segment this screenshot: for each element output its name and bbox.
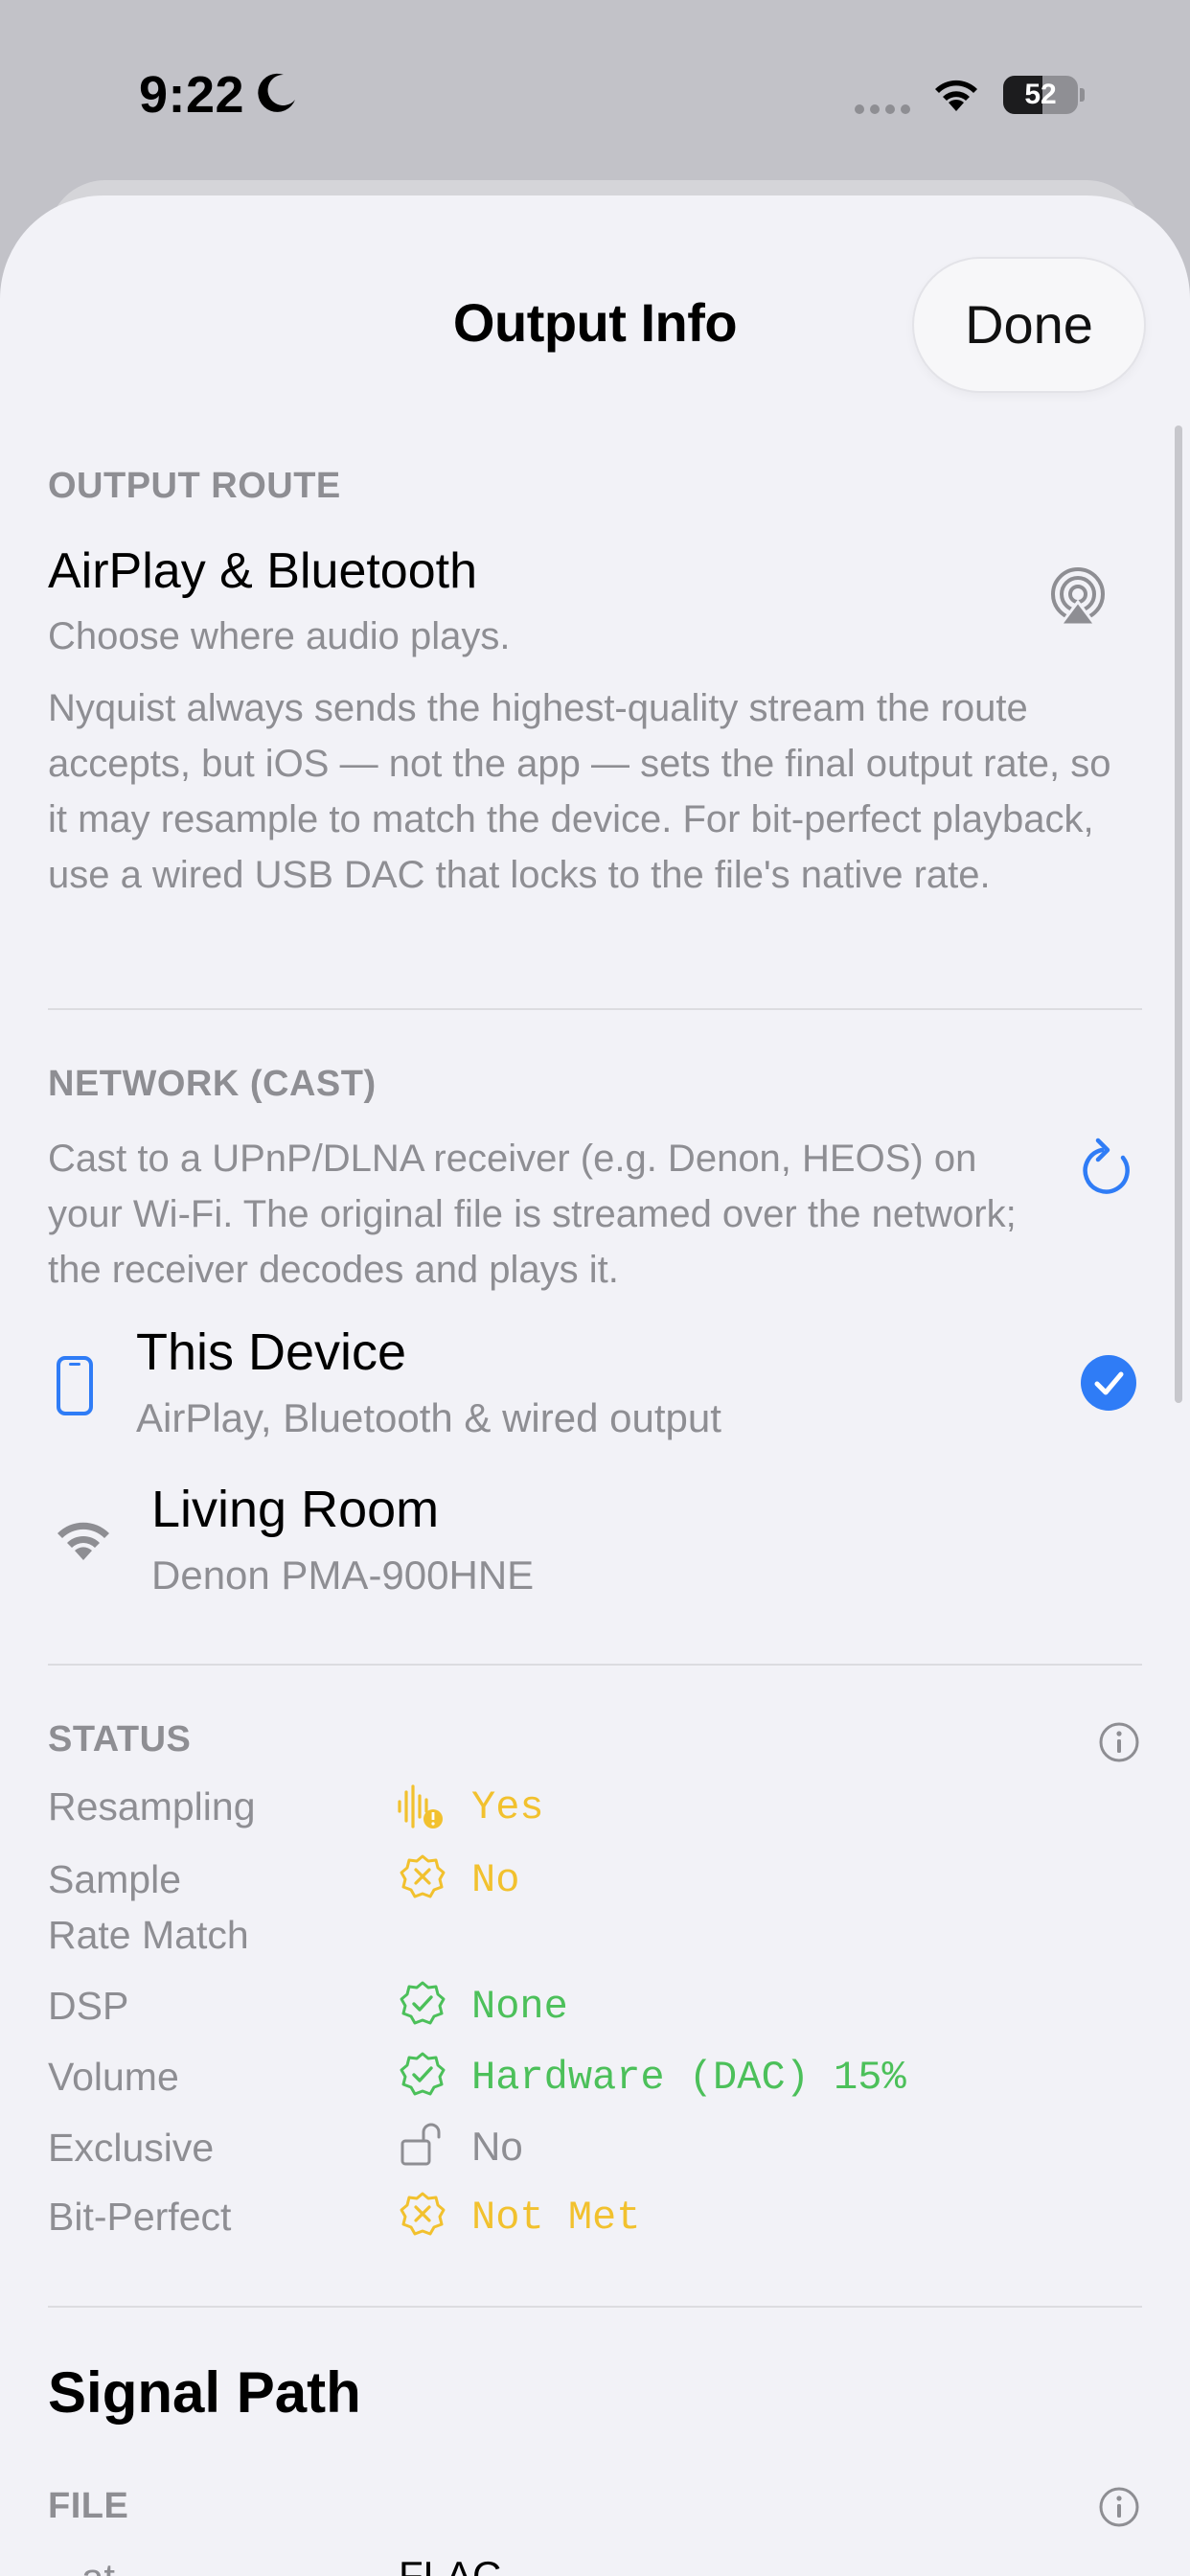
info-icon[interactable] [1098,1721,1140,1763]
status-label-resampling: Resampling [48,1784,256,1828]
divider [48,2306,1142,2308]
refresh-icon[interactable] [1081,1137,1138,1198]
wifi-icon [57,1522,109,1560]
device-title: This Device [136,1323,407,1381]
device-subtitle: Denon PMA-900HNE [151,1552,535,1598]
device-subtitle: AirPlay, Bluetooth & wired output [136,1395,721,1440]
status-label-bit-perfect: Bit-Perfect [48,2195,232,2239]
badge-check-icon [400,2052,446,2096]
badge-x-icon [400,1854,446,1898]
output-route-header: OUTPUT ROUTE [48,466,341,506]
status-label-exclusive: Exclusive [48,2126,215,2170]
status-header: STATUS [48,1719,192,1760]
battery-level: 52 [1024,79,1057,110]
status-bar: 9:22 52 [0,0,1190,182]
status-value-sample-rate-match: No [471,1857,520,1903]
done-button[interactable]: Done [914,259,1144,391]
moon-icon [258,73,295,112]
phone-icon [57,1356,93,1415]
wifi-status-icon [935,80,977,111]
waveform-warning-icon [398,1784,443,1828]
status-time: 9:22 [139,66,245,124]
device-title: Living Room [151,1481,440,1538]
network-header: NETWORK (CAST) [48,1064,377,1104]
scrollbar[interactable] [1175,426,1182,1403]
status-label-sample-rate-match: Sample Rate Match [48,1857,249,1957]
status-label-dsp: DSP [48,1984,129,2028]
badge-x-icon [400,2192,446,2236]
output-route-title[interactable]: AirPlay & Bluetooth [48,542,477,600]
battery-icon: 52 [1003,76,1086,114]
unlock-icon [400,2123,441,2166]
output-info-sheet: Output Info Done OUTPUT ROUTE AirPlay & … [0,196,1190,2576]
selected-check-icon [1081,1355,1136,1411]
status-value-volume: Hardware (DAC) 15% [471,2055,906,2101]
status-label-volume: Volume [48,2055,179,2099]
output-route-description: Nyquist always sends the highest-quality… [48,687,1111,896]
status-value-bit-perfect: Not Met [471,2195,641,2241]
divider [48,1664,1142,1666]
output-route-subtitle: Choose where audio plays. [48,615,511,657]
status-value-resampling: Yes [471,1784,544,1830]
divider [48,1008,1142,1010]
cellular-signal-icon [855,102,916,119]
airplay-icon[interactable] [1047,567,1109,629]
badge-check-icon [400,1981,446,2025]
network-description: Cast to a UPnP/DLNA receiver (e.g. Denon… [48,1138,1017,1291]
status-value-dsp: None [471,1984,568,2030]
status-value-exclusive: No [471,2124,523,2169]
